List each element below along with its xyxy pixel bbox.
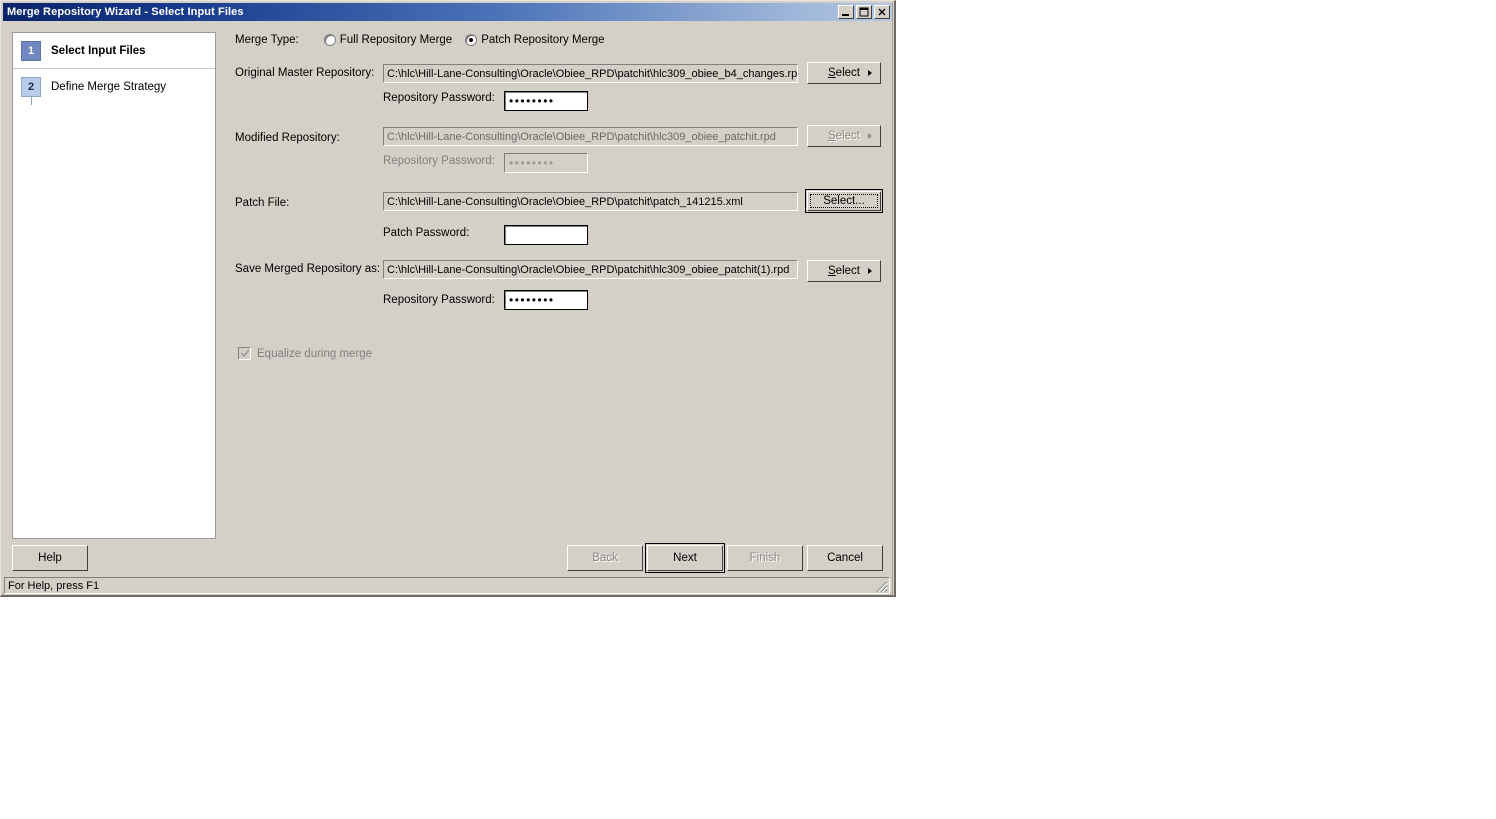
original-master-select-label: Select xyxy=(828,67,860,79)
checkmark-icon xyxy=(240,349,250,358)
save-merged-repository-label: Save Merged Repository as: xyxy=(235,263,381,275)
original-master-repository-label: Original Master Repository: xyxy=(235,67,375,79)
step-1-label: Select Input Files xyxy=(51,44,146,57)
sidebar-step-define-merge-strategy[interactable]: 2 Define Merge Strategy xyxy=(13,69,215,105)
modified-repository-password-input: •••••••• xyxy=(504,153,588,173)
close-button[interactable] xyxy=(874,5,890,19)
patch-file-label: Patch File: xyxy=(235,197,290,209)
equalize-during-merge-checkbox-row: Equalize during merge xyxy=(238,347,372,360)
dialog-button-bar: Help Back Next Finish Cancel xyxy=(1,543,895,574)
step-2-badge: 2 xyxy=(21,77,41,97)
modified-repository-select-button: Select xyxy=(807,125,881,147)
resize-grip-icon[interactable] xyxy=(874,579,888,593)
save-merged-select-button[interactable]: Select xyxy=(807,260,881,282)
equalize-during-merge-label: Equalize during merge xyxy=(257,347,373,360)
patch-password-row: Patch Password: xyxy=(383,227,469,239)
modified-repository-path: C:\hlc\Hill-Lane-Consulting\Oracle\Obiee… xyxy=(383,127,798,146)
radio-selected-dot xyxy=(469,38,474,42)
modified-repository-password-label: Repository Password: xyxy=(383,155,495,167)
wizard-step-sidebar: 1 Select Input Files 2 Define Merge Stra… xyxy=(12,32,216,539)
cancel-button[interactable]: Cancel xyxy=(807,545,883,571)
chevron-right-icon xyxy=(868,133,872,139)
status-bar-text: For Help, press F1 xyxy=(8,579,100,592)
original-master-password-label: Repository Password: xyxy=(383,92,495,104)
next-button[interactable]: Next xyxy=(645,543,725,573)
next-button-face: Next xyxy=(647,545,723,571)
save-merged-select-label: Select xyxy=(828,265,860,277)
original-master-password-row: Repository Password: xyxy=(383,92,495,104)
radio-full-repository-merge-label: Full Repository Merge xyxy=(339,34,453,46)
patch-password-input[interactable] xyxy=(504,225,588,245)
radio-full-repository-merge[interactable]: Full Repository Merge xyxy=(323,34,453,46)
close-icon xyxy=(878,8,886,16)
help-button[interactable]: Help xyxy=(12,545,88,571)
title-bar[interactable]: Merge Repository Wizard - Select Input F… xyxy=(3,3,892,21)
save-merged-password-label: Repository Password: xyxy=(383,294,495,306)
minimize-button[interactable] xyxy=(838,5,854,19)
patch-file-select-button[interactable]: Select... xyxy=(805,189,883,213)
modified-repository-password-row: Repository Password: xyxy=(383,155,495,167)
radio-full-repository-merge-indicator xyxy=(323,34,336,46)
chevron-right-icon xyxy=(868,268,872,274)
step-1-badge: 1 xyxy=(21,40,41,61)
patch-file-select-button-face: Select... xyxy=(807,191,881,211)
sidebar-step-select-input-files[interactable]: 1 Select Input Files xyxy=(13,33,215,69)
modified-repository-label-wrap: Modified Repository: xyxy=(235,132,340,144)
original-master-select-button[interactable]: Select xyxy=(807,62,881,84)
title-bar-buttons xyxy=(838,5,892,19)
focus-outline xyxy=(810,194,878,208)
window-title: Merge Repository Wizard - Select Input F… xyxy=(7,6,244,18)
maximize-button[interactable] xyxy=(856,5,872,19)
maximize-icon xyxy=(859,7,869,17)
radio-patch-repository-merge-label: Patch Repository Merge xyxy=(481,34,605,46)
merge-type-label: Merge Type: xyxy=(235,34,299,46)
step-2-label: Define Merge Strategy xyxy=(51,81,167,93)
radio-patch-repository-merge[interactable]: Patch Repository Merge xyxy=(465,34,605,46)
original-master-repository-path[interactable]: C:\hlc\Hill-Lane-Consulting\Oracle\Obiee… xyxy=(383,64,798,83)
modified-repository-select-label: Select xyxy=(828,130,860,142)
patch-password-label: Patch Password: xyxy=(383,227,470,239)
patch-file-label-wrap: Patch File: xyxy=(235,197,289,209)
status-bar: For Help, press F1 xyxy=(4,577,890,594)
save-merged-label-wrap: Save Merged Repository as: xyxy=(235,263,380,275)
save-merged-password-row: Repository Password: xyxy=(383,294,495,306)
merge-type-row: Merge Type: Full Repository Merge Patch … xyxy=(235,34,605,46)
save-merged-password-input[interactable]: •••••••• xyxy=(504,290,588,310)
patch-file-path[interactable]: C:\hlc\Hill-Lane-Consulting\Oracle\Obiee… xyxy=(383,192,798,211)
back-button: Back xyxy=(567,545,643,571)
form-content-area: Merge Type: Full Repository Merge Patch … xyxy=(226,29,886,539)
save-merged-repository-path[interactable]: C:\hlc\Hill-Lane-Consulting\Oracle\Obiee… xyxy=(383,260,798,279)
radio-patch-repository-merge-indicator xyxy=(465,34,478,46)
merge-repository-wizard-window: Merge Repository Wizard - Select Input F… xyxy=(0,0,896,597)
minimize-icon xyxy=(842,14,849,16)
equalize-during-merge-checkbox xyxy=(238,347,251,360)
modified-repository-label: Modified Repository: xyxy=(235,132,340,144)
original-master-repository-label-wrap: Original Master Repository: xyxy=(235,67,374,79)
original-master-password-input[interactable]: •••••••• xyxy=(504,91,588,111)
finish-button: Finish xyxy=(727,545,803,571)
chevron-right-icon xyxy=(868,70,872,76)
